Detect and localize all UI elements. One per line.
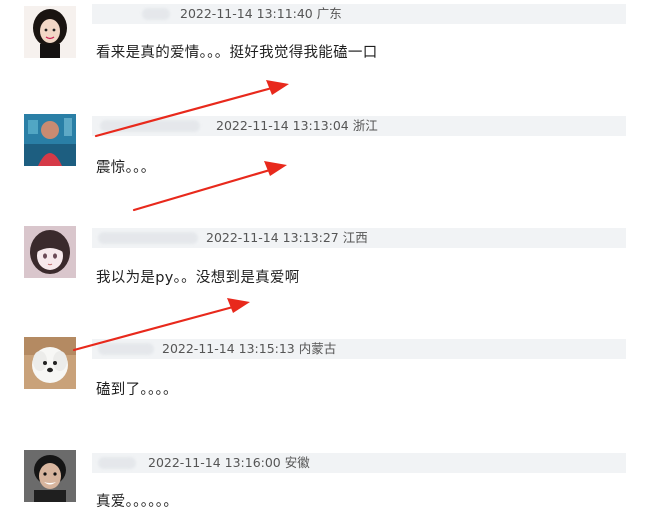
comment-location: 安徽 (284, 455, 310, 470)
annotation-arrows (72, 80, 289, 352)
comment-timestamp: 2022-11-14 13:13:27 (206, 230, 339, 245)
comment-meta-bar: 2022-11-14 13:15:13 内蒙古 (92, 339, 626, 359)
comment-location: 广东 (316, 6, 342, 21)
blurred-username (98, 457, 136, 469)
blurred-username (98, 343, 154, 355)
comment-meta: 2022-11-14 13:13:27 江西 (206, 228, 368, 248)
comment-feed: 2022-11-14 13:11:40 广东 看来是真的爱情。。。挺好我觉得我能磕… (0, 0, 650, 521)
blurred-username (98, 232, 198, 244)
comment-meta: 2022-11-14 13:13:04 浙江 (216, 116, 378, 136)
blue-photo-avatar[interactable] (24, 114, 76, 166)
comment-meta: 2022-11-14 13:11:40 广东 (180, 4, 342, 24)
comment-timestamp: 2022-11-14 13:16:00 (148, 455, 281, 470)
white-dog-avatar[interactable] (24, 337, 76, 389)
comment-timestamp: 2022-11-14 13:15:13 (162, 341, 295, 356)
comment-text: 真爱。。。。。。 (96, 494, 179, 510)
comment-meta-bar: 2022-11-14 13:13:04 浙江 (92, 116, 626, 136)
comment-location: 江西 (342, 230, 368, 245)
comment-meta-bar: 2022-11-14 13:11:40 广东 (92, 4, 626, 24)
comment-meta-bar: 2022-11-14 13:16:00 安徽 (92, 453, 626, 473)
woman-portrait-avatar[interactable] (24, 6, 76, 58)
comment-location: 内蒙古 (298, 341, 337, 356)
comment-meta: 2022-11-14 13:15:13 内蒙古 (162, 339, 336, 359)
blurred-username (142, 8, 170, 20)
comment-text: 我以为是py。。没想到是真爱啊 (96, 270, 300, 286)
comment-meta: 2022-11-14 13:16:00 安徽 (148, 453, 310, 473)
man-portrait-avatar[interactable] (24, 450, 76, 502)
anime-girl-avatar[interactable] (24, 226, 76, 278)
comment-text: 震惊。。。 (96, 160, 156, 176)
comment-timestamp: 2022-11-14 13:13:04 (216, 118, 349, 133)
blurred-username (100, 120, 200, 132)
comment-location: 浙江 (352, 118, 378, 133)
red-arrow-icon (132, 161, 287, 212)
comment-text: 看来是真的爱情。。。挺好我觉得我能磕一口 (96, 45, 378, 61)
comment-meta-bar: 2022-11-14 13:13:27 江西 (92, 228, 626, 248)
comment-timestamp: 2022-11-14 13:11:40 (180, 6, 313, 21)
comment-text: 磕到了。。。。 (96, 382, 178, 398)
